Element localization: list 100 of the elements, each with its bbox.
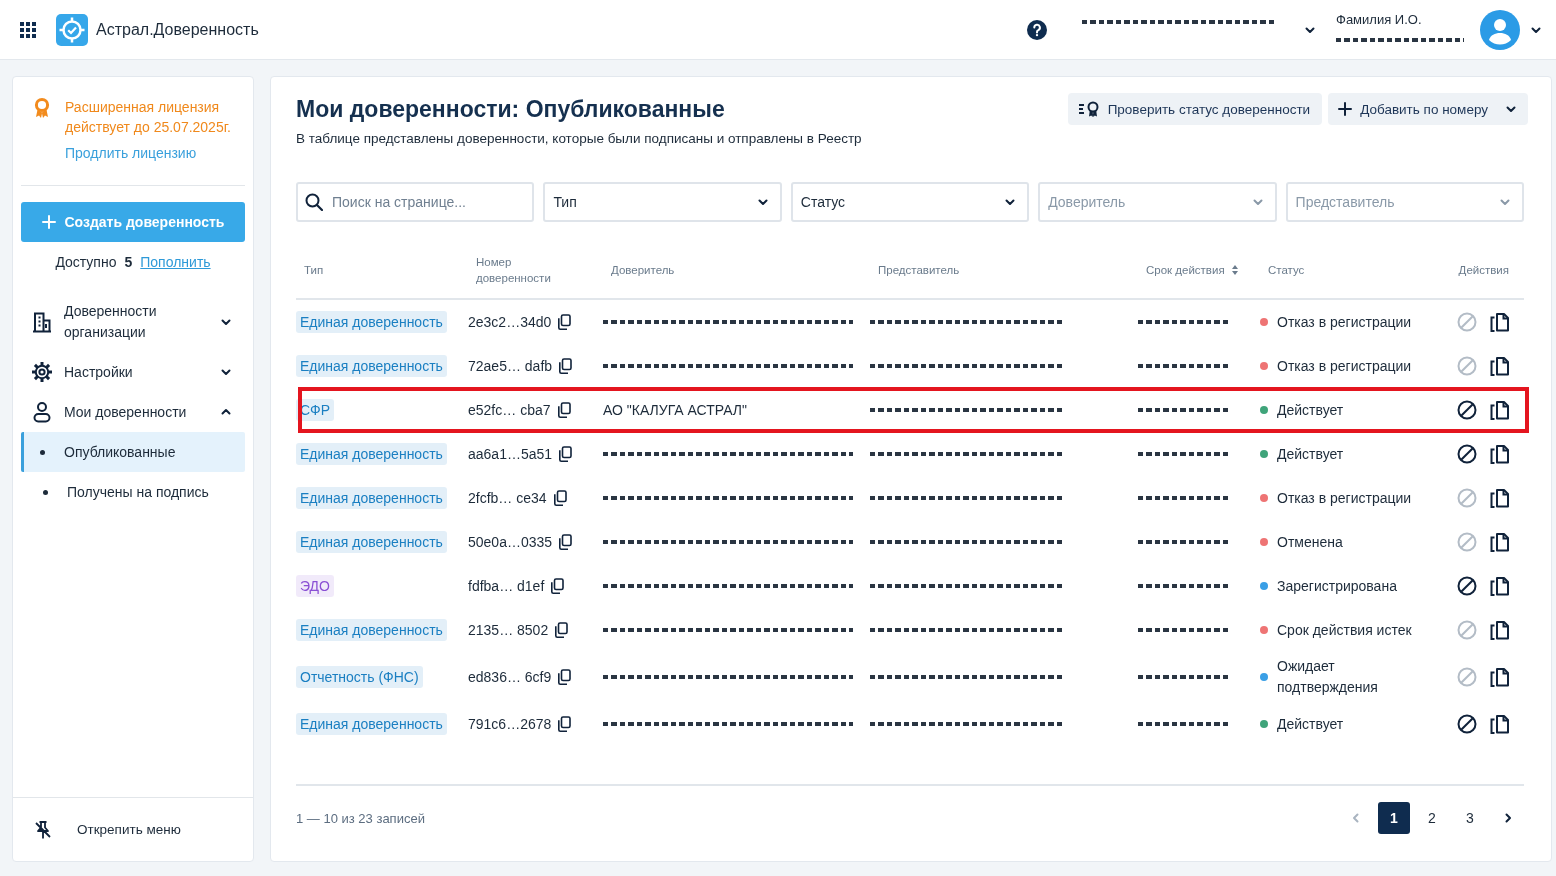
filter-select[interactable]: Тип xyxy=(543,182,782,222)
documents-icon[interactable] xyxy=(1489,620,1509,640)
document-number: 2e3c2…34d0 xyxy=(468,314,552,330)
filter-select[interactable]: Статус xyxy=(790,182,1030,222)
status-label: Срок действия истек xyxy=(1277,620,1412,640)
rosette-icon xyxy=(33,97,51,119)
chevron-down-icon[interactable] xyxy=(1531,24,1541,35)
app-title: Астрал.Доверенность xyxy=(96,20,259,39)
documents-icon[interactable] xyxy=(1489,444,1509,464)
revoke-icon[interactable] xyxy=(1457,444,1477,464)
available-count: 5 xyxy=(124,253,133,272)
documents-icon[interactable] xyxy=(1489,312,1509,332)
page-title: Мои доверенности: Опубликованные xyxy=(296,95,726,124)
revoke-icon[interactable] xyxy=(1457,714,1477,734)
copy-icon[interactable] xyxy=(557,314,572,330)
document-number: fdfba… d1ef xyxy=(468,578,545,594)
column-header[interactable]: Срок действия xyxy=(1146,262,1268,278)
status-label: Ожидает подтверждения xyxy=(1277,657,1379,697)
status-label: Отказ в регистрации xyxy=(1277,312,1412,332)
copy-icon[interactable] xyxy=(558,534,573,550)
logo-icon xyxy=(56,13,88,46)
search-icon xyxy=(305,193,323,211)
chevron-down-icon xyxy=(1506,104,1516,114)
avatar-icon[interactable] xyxy=(1480,9,1520,50)
copy-icon[interactable] xyxy=(550,578,565,594)
document-number: 50e0a…0335 xyxy=(468,534,553,550)
column-header: Тип xyxy=(304,263,325,278)
document-number: e52fc… cba7 xyxy=(468,402,551,418)
submenu-item[interactable]: Опубликованные xyxy=(21,432,245,472)
page-subtitle: В таблице представлены доверенности, которые были подписаны и отправлены в Реестр xyxy=(296,130,862,148)
check-status-button[interactable]: Проверить статус доверенности xyxy=(1067,93,1323,125)
status-label: Зарегистрирована xyxy=(1277,576,1397,596)
plus-icon xyxy=(41,215,56,229)
page-button[interactable]: 2 xyxy=(1416,802,1448,834)
submenu-item[interactable]: Получены на подпись xyxy=(21,472,245,512)
documents-icon[interactable] xyxy=(1489,400,1509,420)
type-tag: Единая доверенность xyxy=(296,619,447,641)
plus-icon xyxy=(1338,102,1353,116)
nav-item[interactable]: Мои доверенности xyxy=(21,392,245,432)
status-label: Отказ в регистрации xyxy=(1277,488,1412,508)
user-name: Фамилия И.О. xyxy=(1336,12,1423,27)
page-button[interactable]: 3 xyxy=(1454,802,1486,834)
unpin-menu-button[interactable]: Открепить меню xyxy=(13,797,253,861)
chevron-down-icon xyxy=(1500,197,1510,207)
documents-icon[interactable] xyxy=(1489,356,1509,376)
documents-icon[interactable] xyxy=(1489,714,1509,734)
type-tag: Единая доверенность xyxy=(296,311,447,333)
copy-icon[interactable] xyxy=(556,402,571,418)
documents-icon[interactable] xyxy=(1489,576,1509,596)
documents-icon[interactable] xyxy=(1489,532,1509,552)
pin-off-icon xyxy=(33,819,53,840)
type-tag: Единая доверенность xyxy=(296,355,447,377)
document-number: 2fcfb… ce34 xyxy=(468,490,547,506)
building-icon xyxy=(31,311,53,333)
revoke-icon[interactable] xyxy=(1457,576,1477,596)
copy-icon[interactable] xyxy=(558,446,573,462)
search-field[interactable]: Поиск на странице... xyxy=(296,182,535,222)
revoke-icon[interactable] xyxy=(1457,400,1477,420)
nav-item[interactable]: Доверенности организации xyxy=(21,292,245,352)
bullet-icon xyxy=(42,489,48,495)
chevron-right-icon[interactable] xyxy=(1503,813,1513,823)
column-header: Представитель xyxy=(878,263,961,278)
document-number: 791c6…2678 xyxy=(468,716,552,732)
type-tag: Отчетность (ФНС) xyxy=(296,666,423,688)
copy-icon[interactable] xyxy=(554,622,569,638)
status-label: Действует xyxy=(1277,714,1344,734)
copy-icon[interactable] xyxy=(557,669,572,685)
person-icon xyxy=(31,401,53,423)
column-header: Статус xyxy=(1268,263,1306,278)
document-number: 72ae5… dafb xyxy=(468,358,553,374)
copy-icon[interactable] xyxy=(557,716,572,732)
nav-item[interactable]: Настройки xyxy=(21,352,245,392)
chevron-down-icon[interactable] xyxy=(1305,24,1315,35)
type-tag: Единая доверенность xyxy=(296,443,447,465)
principal-name: АО "КАЛУГА АСТРАЛ" xyxy=(603,402,747,418)
type-tag: Единая доверенность xyxy=(296,713,447,735)
status-label: Действует xyxy=(1277,444,1344,464)
add-by-number-button[interactable]: Добавить по номеру xyxy=(1328,93,1528,125)
document-number: aa6a1…5a51 xyxy=(468,446,553,462)
gear-icon xyxy=(31,361,53,383)
chevron-down-icon xyxy=(1252,197,1263,207)
status-label: Отменена xyxy=(1277,532,1343,552)
status-label: Отказ в регистрации xyxy=(1277,356,1412,376)
help-icon[interactable] xyxy=(1027,19,1047,40)
grid-menu-icon[interactable] xyxy=(20,21,36,38)
document-number: ed836… 6cf9 xyxy=(468,669,552,685)
rosette-list-icon xyxy=(1077,100,1100,118)
type-tag: ЭДО xyxy=(296,575,334,597)
sort-icon[interactable] xyxy=(1230,264,1239,276)
type-tag: Единая доверенность xyxy=(296,531,447,553)
documents-icon[interactable] xyxy=(1489,667,1509,687)
copy-icon[interactable] xyxy=(558,358,573,374)
records-summary: 1 — 10 из 23 записей xyxy=(296,810,425,826)
document-number: 2135… 8502 xyxy=(468,622,549,638)
bullet-icon xyxy=(39,449,45,455)
documents-icon[interactable] xyxy=(1489,488,1509,508)
column-header: Номер доверенности xyxy=(476,255,552,286)
copy-icon[interactable] xyxy=(552,490,567,506)
available-label: Доступно xyxy=(55,253,117,272)
page-button[interactable]: 1 xyxy=(1378,802,1410,834)
